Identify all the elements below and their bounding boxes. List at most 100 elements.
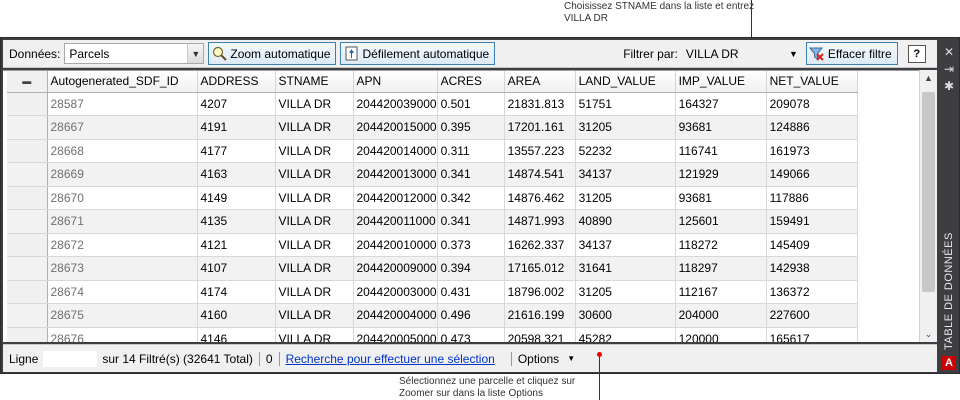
table-cell[interactable]: 204420039000 [353, 92, 438, 116]
table-cell[interactable]: 0.342 [437, 186, 505, 210]
table-cell[interactable]: VILLA DR [275, 115, 354, 140]
table-cell[interactable]: 0.501 [437, 92, 505, 116]
table-cell[interactable]: 4135 [197, 209, 276, 234]
table-cell[interactable]: 118272 [675, 233, 767, 257]
table-row[interactable]: 28675 4160 VILLA DR 204420004000 0.496 21616.… [7, 303, 858, 328]
table-cell[interactable]: 28671 [47, 209, 198, 234]
table-cell[interactable]: 149066 [766, 162, 858, 187]
column-header[interactable]: ADDRESS [197, 71, 276, 93]
table-cell[interactable]: VILLA DR [275, 303, 354, 328]
row-selector[interactable] [7, 209, 48, 234]
table-cell[interactable]: 204420005000 [353, 327, 438, 342]
table-cell[interactable]: 34137 [575, 162, 676, 187]
table-cell[interactable]: 4121 [197, 233, 276, 257]
gear-icon[interactable]: ✱ [941, 78, 957, 94]
vertical-scrollbar[interactable]: ▲ ⌄ [919, 70, 937, 342]
table-row[interactable]: 28669 4163 VILLA DR 204420013000 0.341 14874.… [7, 162, 858, 187]
column-header[interactable]: ACRES [437, 71, 505, 93]
row-selector[interactable] [7, 92, 48, 116]
table-cell[interactable]: 204420015000 [353, 115, 438, 140]
table-cell[interactable]: 161973 [766, 139, 858, 163]
table-cell[interactable]: 17165.012 [504, 256, 576, 281]
table-cell[interactable]: 30600 [575, 303, 676, 328]
table-cell[interactable]: 125601 [675, 209, 767, 234]
row-selector[interactable] [7, 303, 48, 328]
table-cell[interactable]: 28670 [47, 186, 198, 210]
table-cell[interactable]: 204420012000 [353, 186, 438, 210]
table-cell[interactable]: 0.341 [437, 162, 505, 187]
table-cell[interactable]: VILLA DR [275, 92, 354, 116]
row-selector[interactable] [7, 233, 48, 257]
table-cell[interactable]: 204420013000 [353, 162, 438, 187]
column-header[interactable]: AREA [504, 71, 576, 93]
table-cell[interactable]: 28587 [47, 92, 198, 116]
table-cell[interactable]: 204420004000 [353, 303, 438, 328]
row-selector[interactable] [7, 162, 48, 187]
column-header[interactable]: NET_VALUE [766, 71, 858, 93]
table-cell[interactable]: 0.341 [437, 209, 505, 234]
row-selector[interactable] [7, 327, 48, 342]
table-cell[interactable]: 159491 [766, 209, 858, 234]
table-cell[interactable]: 93681 [675, 186, 767, 210]
table-cell[interactable]: 112167 [675, 280, 767, 304]
table-cell[interactable]: 28668 [47, 139, 198, 163]
clear-filter-button[interactable]: Effacer filtre [805, 42, 898, 65]
column-header[interactable]: APN [353, 71, 438, 93]
row-selector[interactable] [7, 115, 48, 140]
table-cell[interactable]: 4149 [197, 186, 276, 210]
table-cell[interactable]: 31205 [575, 115, 676, 140]
column-header[interactable]: STNAME [275, 71, 354, 93]
table-cell[interactable]: 142938 [766, 256, 858, 281]
table-cell[interactable]: 204000 [675, 303, 767, 328]
table-cell[interactable]: 51751 [575, 92, 676, 116]
table-cell[interactable]: 204420003000 [353, 280, 438, 304]
table-cell[interactable]: VILLA DR [275, 186, 354, 210]
table-cell[interactable]: 0.395 [437, 115, 505, 140]
close-icon[interactable]: ✕ [941, 44, 957, 60]
table-cell[interactable]: 204420011000 [353, 209, 438, 234]
table-cell[interactable]: VILLA DR [275, 139, 354, 163]
table-cell[interactable]: VILLA DR [275, 256, 354, 281]
column-header[interactable]: IMP_VALUE [675, 71, 767, 93]
help-button[interactable]: ? [907, 44, 926, 63]
table-row[interactable]: 28672 4121 VILLA DR 204420010000 0.373 16262.… [7, 233, 858, 257]
table-row[interactable]: 28668 4177 VILLA DR 204420014000 0.311 13557.… [7, 139, 858, 163]
table-cell[interactable]: 165617 [766, 327, 858, 342]
table-cell[interactable]: 18796.002 [504, 280, 576, 304]
table-cell[interactable]: 28667 [47, 115, 198, 140]
auto-zoom-button[interactable]: Zoom automatique [208, 42, 337, 65]
table-cell[interactable]: 117886 [766, 186, 858, 210]
table-cell[interactable]: VILLA DR [275, 327, 354, 342]
table-row[interactable]: 28667 4191 VILLA DR 204420015000 0.395 17201.… [7, 115, 858, 140]
table-cell[interactable]: 4107 [197, 256, 276, 281]
table-cell[interactable]: 124886 [766, 115, 858, 140]
table-cell[interactable]: 227600 [766, 303, 858, 328]
table-cell[interactable]: 0.431 [437, 280, 505, 304]
table-row[interactable]: 28673 4107 VILLA DR 204420009000 0.394 17165.… [7, 256, 858, 281]
chevron-down-icon[interactable]: ▼ [789, 49, 802, 59]
table-cell[interactable]: 0.311 [437, 139, 505, 163]
app-logo-icon[interactable]: A [942, 356, 956, 370]
table-cell[interactable]: 17201.161 [504, 115, 576, 140]
table-cell[interactable]: 45282 [575, 327, 676, 342]
table-row[interactable]: 28587 4207 VILLA DR 204420039000 0.501 21831.… [7, 92, 858, 116]
table-cell[interactable]: 121929 [675, 162, 767, 187]
table-cell[interactable]: 204420010000 [353, 233, 438, 257]
table-cell[interactable]: 14876.462 [504, 186, 576, 210]
table-cell[interactable]: 28676 [47, 327, 198, 342]
table-cell[interactable]: 52232 [575, 139, 676, 163]
table-cell[interactable]: 0.394 [437, 256, 505, 281]
table-cell[interactable]: 116741 [675, 139, 767, 163]
table-cell[interactable]: 209078 [766, 92, 858, 116]
table-cell[interactable]: 204420014000 [353, 139, 438, 163]
table-cell[interactable]: VILLA DR [275, 209, 354, 234]
table-cell[interactable]: 118297 [675, 256, 767, 281]
table-cell[interactable]: 31205 [575, 280, 676, 304]
table-cell[interactable]: 28674 [47, 280, 198, 304]
table-cell[interactable]: 0.373 [437, 233, 505, 257]
row-selector[interactable] [7, 280, 48, 304]
options-menu[interactable]: Options ▼ [518, 352, 575, 366]
table-cell[interactable]: 4163 [197, 162, 276, 187]
table-row[interactable]: 28670 4149 VILLA DR 204420012000 0.342 14876.… [7, 186, 858, 210]
chevron-down-icon[interactable]: ⌄ [920, 326, 937, 342]
